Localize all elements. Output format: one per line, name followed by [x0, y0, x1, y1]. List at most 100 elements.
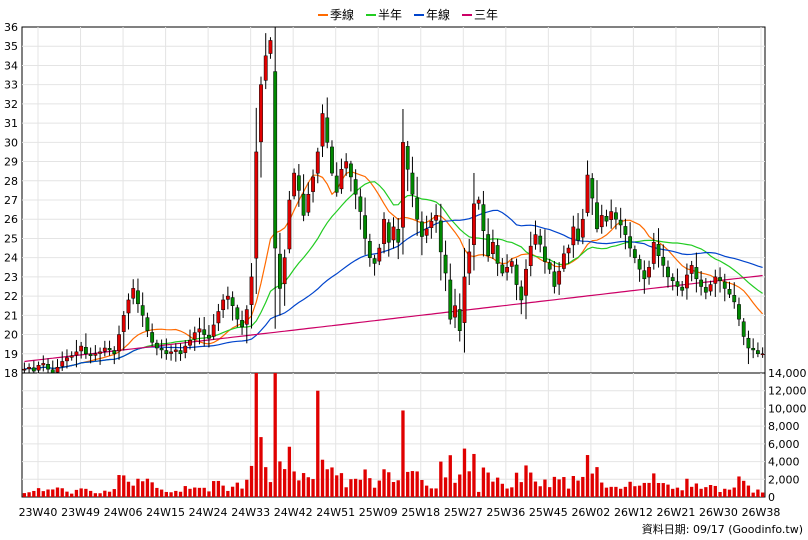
candle-body — [457, 309, 462, 331]
x-tick-label: 24W15 — [146, 506, 185, 519]
candle-body — [476, 199, 481, 204]
candle-body — [576, 228, 580, 241]
candle-body — [268, 40, 273, 54]
volume-bar — [159, 489, 164, 497]
volume-bar — [193, 487, 197, 497]
price-tick-label: 31 — [4, 117, 18, 130]
candle-body — [273, 71, 278, 249]
volume-bar — [685, 478, 689, 497]
volume-bar — [316, 390, 320, 497]
candle-body — [628, 236, 633, 249]
candle-body — [519, 286, 524, 301]
volume-bar — [562, 477, 566, 497]
volume-bar — [126, 481, 131, 497]
volume-bar — [609, 486, 613, 497]
candle-body — [722, 281, 727, 289]
candle-body — [642, 270, 647, 280]
candle-body — [543, 246, 547, 262]
candle-body — [178, 350, 183, 355]
volume-bar — [462, 448, 467, 497]
volume-bar — [112, 489, 116, 497]
volume-bar — [661, 483, 665, 497]
x-axis-week-labels: 23W40 23W49 24W06 24W15 24W24 24W33 24W42 24W51… — [19, 506, 781, 519]
candle-body — [386, 222, 391, 243]
volume-bar — [633, 486, 637, 497]
candle-body — [571, 226, 576, 246]
volume-bar — [396, 480, 400, 497]
volume-bar — [410, 471, 415, 497]
volume-bar — [259, 437, 263, 497]
x-tick-label: 23W40 — [19, 506, 58, 519]
volume-bar — [79, 488, 83, 497]
candle-body — [225, 295, 230, 300]
candle-body — [136, 290, 140, 305]
volume-bar — [420, 479, 424, 497]
price-tick-label: 24 — [4, 252, 18, 265]
candle-body — [102, 347, 107, 352]
price-tick-label: 23 — [4, 271, 18, 284]
volume-tick-label: 10,000 — [768, 402, 807, 415]
candle-body — [443, 254, 448, 274]
candle-body — [614, 212, 618, 220]
candle-body — [363, 215, 368, 239]
volume-bar — [245, 479, 249, 497]
volume-bar — [136, 478, 140, 497]
volume-bar — [538, 486, 542, 497]
price-tick-label: 19 — [4, 348, 18, 361]
candle-body — [609, 211, 614, 220]
candle-body — [278, 253, 282, 289]
volume-bar — [519, 482, 523, 497]
volume-bar — [751, 492, 755, 497]
volume-bar — [226, 490, 230, 497]
volume-tick-label: 12,000 — [768, 385, 807, 398]
volume-bar — [566, 488, 571, 497]
candle-body — [192, 332, 197, 340]
candle-body — [718, 277, 722, 281]
volume-bar — [169, 492, 173, 497]
candle-body — [301, 193, 306, 216]
x-tick-label: 25W09 — [359, 506, 398, 519]
volume-bar — [387, 472, 391, 497]
volume-bar — [680, 490, 684, 497]
volume-bar — [273, 373, 277, 497]
candle-body — [557, 270, 562, 285]
candle-body — [524, 268, 528, 296]
volume-bar — [221, 485, 225, 497]
volume-bar — [505, 488, 509, 497]
volume-bar — [325, 469, 329, 497]
volume-bar — [41, 491, 45, 497]
x-tick-label: 24W06 — [104, 506, 143, 519]
candle-body — [183, 345, 188, 353]
candle-body — [344, 161, 349, 169]
volume-tick-label: 14,000 — [768, 367, 807, 380]
candle-body — [746, 337, 751, 349]
volume-bar — [103, 490, 107, 497]
volume-bar — [500, 483, 505, 497]
volume-bar — [391, 481, 396, 497]
candle-body — [79, 345, 84, 352]
volume-bar — [746, 485, 751, 497]
candle-body — [618, 219, 623, 226]
candle-body — [164, 350, 169, 355]
candle-body — [320, 113, 325, 147]
volume-bar — [122, 475, 126, 497]
volume-bar — [614, 486, 618, 497]
legend-label-1: 半年 — [378, 8, 402, 22]
volume-bar — [287, 446, 292, 497]
volume-bar — [377, 480, 381, 497]
volume-bar — [557, 479, 561, 497]
volume-bar — [481, 467, 486, 497]
volume-axis-ticks: 0 2,000 4,000 6,000 8,000 10,000 12,000 14,000 — [768, 367, 807, 504]
candle-body — [88, 353, 93, 356]
volume-bar — [689, 486, 694, 497]
volume-bar — [604, 487, 609, 497]
x-tick-label: 26W21 — [657, 506, 696, 519]
candle-body — [467, 251, 472, 274]
candle-body — [448, 279, 453, 320]
volume-bar — [694, 483, 699, 497]
candle-body — [637, 259, 642, 270]
candle-body — [131, 288, 136, 299]
x-tick-label: 24W33 — [231, 506, 270, 519]
volume-bar — [524, 465, 528, 497]
candle-body — [46, 364, 50, 370]
